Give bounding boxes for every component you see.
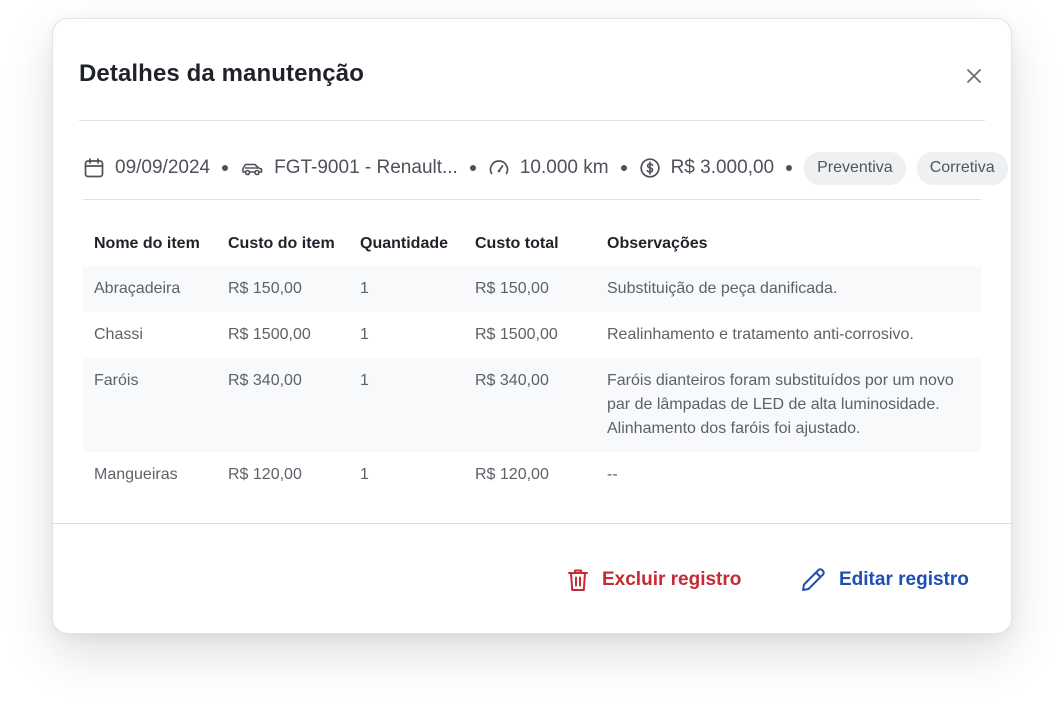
mileage-meta: 10.000 km — [488, 157, 609, 179]
date-meta: 09/09/2024 — [83, 157, 210, 179]
separator-dot — [469, 165, 476, 171]
delete-record-label: Excluir registro — [602, 569, 742, 590]
cell-item-name: Abraçadeira — [94, 280, 181, 297]
edit-record-button[interactable]: Editar registro — [799, 564, 969, 596]
column-header-notes: Observações — [607, 235, 708, 252]
cost-value: R$ 3.000,00 — [670, 157, 775, 178]
cell-notes: Realinhamento e tratamento anti-corrosiv… — [607, 326, 914, 343]
separator-dot — [786, 165, 793, 171]
trash-icon — [568, 569, 588, 591]
mileage-value: 10.000 km — [519, 157, 609, 178]
cell-quantity: 1 — [360, 326, 369, 343]
cell-total-cost: R$ 150,00 — [475, 280, 549, 297]
cell-quantity: 1 — [360, 280, 369, 297]
cell-notes: Substituição de peça danificada. — [607, 280, 838, 297]
tag-chip-preventiva: Preventiva — [804, 151, 906, 185]
table-header: Nome do item Custo do item Quantidade Cu… — [83, 222, 981, 266]
vehicle-meta: FGT-9001 - Renault... — [240, 157, 458, 179]
column-header-item-cost: Custo do item — [228, 235, 335, 252]
cell-item-cost: R$ 150,00 — [228, 280, 302, 297]
column-header-item-name: Nome do item — [94, 235, 200, 252]
items-table: Nome do item Custo do item Quantidade Cu… — [83, 222, 981, 498]
tag-chip-corretiva: Corretiva — [916, 151, 1008, 185]
cell-item-cost: R$ 120,00 — [228, 466, 302, 483]
table-row: Mangueiras R$ 120,00 1 R$ 120,00 -- — [83, 452, 981, 498]
pencil-icon — [802, 568, 825, 591]
cell-notes: -- — [607, 466, 618, 483]
delete-record-button[interactable]: Excluir registro — [566, 564, 741, 596]
cell-item-cost: R$ 1500,00 — [228, 326, 311, 343]
maintenance-summary: 09/09/2024 FGT-9001 - Renault... 10.000 … — [83, 151, 1008, 185]
footer-divider — [53, 523, 1011, 524]
cell-quantity: 1 — [360, 466, 369, 483]
column-header-quantity: Quantidade — [360, 235, 449, 252]
cell-item-cost: R$ 340,00 — [228, 372, 302, 389]
table-row: Abraçadeira R$ 150,00 1 R$ 150,00 Substi… — [83, 266, 981, 312]
cell-quantity: 1 — [360, 372, 369, 389]
cell-notes: Faróis dianteiros foram substituídos por… — [607, 372, 954, 437]
car-icon — [242, 163, 263, 176]
close-icon — [967, 69, 981, 83]
maintenance-details-modal: Detalhes da manutenção 09/09/2024 FGT-90… — [52, 18, 1012, 634]
cell-total-cost: R$ 120,00 — [475, 466, 549, 483]
date-value: 09/09/2024 — [115, 157, 211, 178]
table-row: Chassi R$ 1500,00 1 R$ 1500,00 Realinham… — [83, 312, 981, 358]
cell-item-name: Mangueiras — [94, 466, 178, 483]
dollar-coin-icon — [639, 158, 660, 178]
header-divider — [79, 120, 985, 121]
column-header-total-cost: Custo total — [475, 235, 559, 252]
cost-meta: R$ 3.000,00 — [639, 157, 775, 179]
summary-divider — [83, 199, 981, 200]
cell-item-name: Faróis — [94, 372, 139, 389]
cell-total-cost: R$ 1500,00 — [475, 326, 558, 343]
separator-dot — [620, 165, 627, 171]
close-button[interactable] — [963, 65, 985, 87]
cell-item-name: Chassi — [94, 326, 143, 343]
table-row: Faróis R$ 340,00 1 R$ 340,00 Faróis dian… — [83, 358, 981, 452]
separator-dot — [222, 165, 229, 171]
cell-total-cost: R$ 340,00 — [475, 372, 549, 389]
speedometer-icon — [489, 160, 509, 175]
calendar-icon — [84, 158, 104, 178]
edit-record-label: Editar registro — [839, 569, 969, 590]
vehicle-value: FGT-9001 - Renault... — [274, 157, 458, 178]
modal-title: Detalhes da manutenção — [79, 60, 364, 87]
